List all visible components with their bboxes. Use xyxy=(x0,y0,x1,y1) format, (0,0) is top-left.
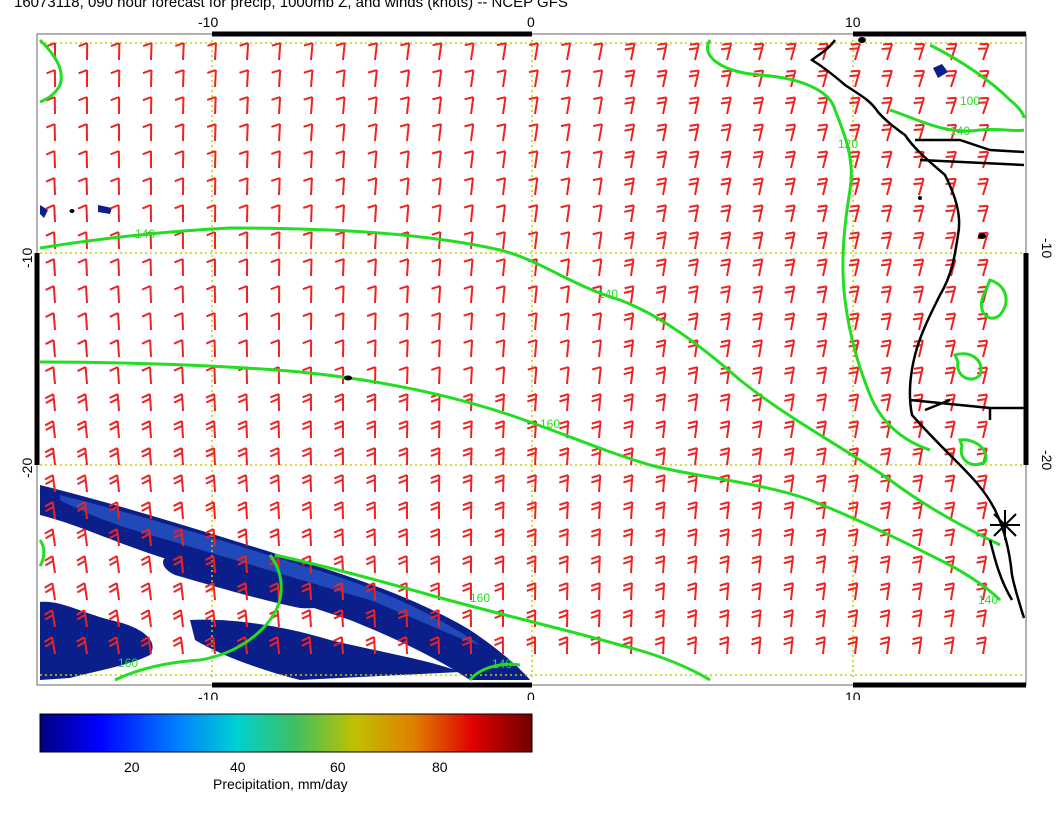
contour-label: 140 xyxy=(978,593,998,607)
lon-label: 10 xyxy=(845,689,861,700)
lat-labels-right: -10 -20 xyxy=(1039,238,1055,470)
colorbar-tick: 40 xyxy=(230,759,246,775)
colorbar-gradient xyxy=(39,713,533,753)
contour-label: 160 xyxy=(540,417,560,431)
lon-label: 10 xyxy=(845,14,861,30)
lat-label: -10 xyxy=(1039,238,1055,258)
precip-colorbar: 20 40 60 80 Precipitation, mm/day xyxy=(39,713,533,792)
lon-labels-bottom: -10 0 10 xyxy=(198,689,861,700)
lon-labels-top: -10 0 10 xyxy=(198,14,861,30)
contour-label: 100 xyxy=(960,94,980,108)
lon-label: 0 xyxy=(527,689,535,700)
lat-labels-left: -10 -20 xyxy=(19,248,35,478)
contour-label: 160 xyxy=(470,591,490,605)
lon-label: -10 xyxy=(198,14,218,30)
lat-label: -20 xyxy=(1039,450,1055,470)
star-marker xyxy=(990,510,1020,540)
contour-label: 120 xyxy=(838,137,858,151)
contour-label: 140 xyxy=(598,287,618,301)
colorbar-ticks: 20 40 60 80 xyxy=(124,759,448,775)
colorbar-tick: 80 xyxy=(432,759,448,775)
lat-label: -20 xyxy=(19,458,35,478)
contour-label: 160 xyxy=(118,656,138,670)
colorbar-tick: 60 xyxy=(330,759,346,775)
forecast-map: 140 140 160 160 160 140 120 100 140 140 xyxy=(19,14,1055,700)
lon-label: -10 xyxy=(198,689,218,700)
contour-label: 140 xyxy=(135,227,155,241)
colorbar-label: Precipitation, mm/day xyxy=(213,776,348,792)
contour-label: 140 xyxy=(492,657,512,671)
lat-label: -10 xyxy=(19,248,35,268)
colorbar-tick: 20 xyxy=(124,759,140,775)
contour-label: 140 xyxy=(950,124,970,138)
lon-label: 0 xyxy=(527,14,535,30)
